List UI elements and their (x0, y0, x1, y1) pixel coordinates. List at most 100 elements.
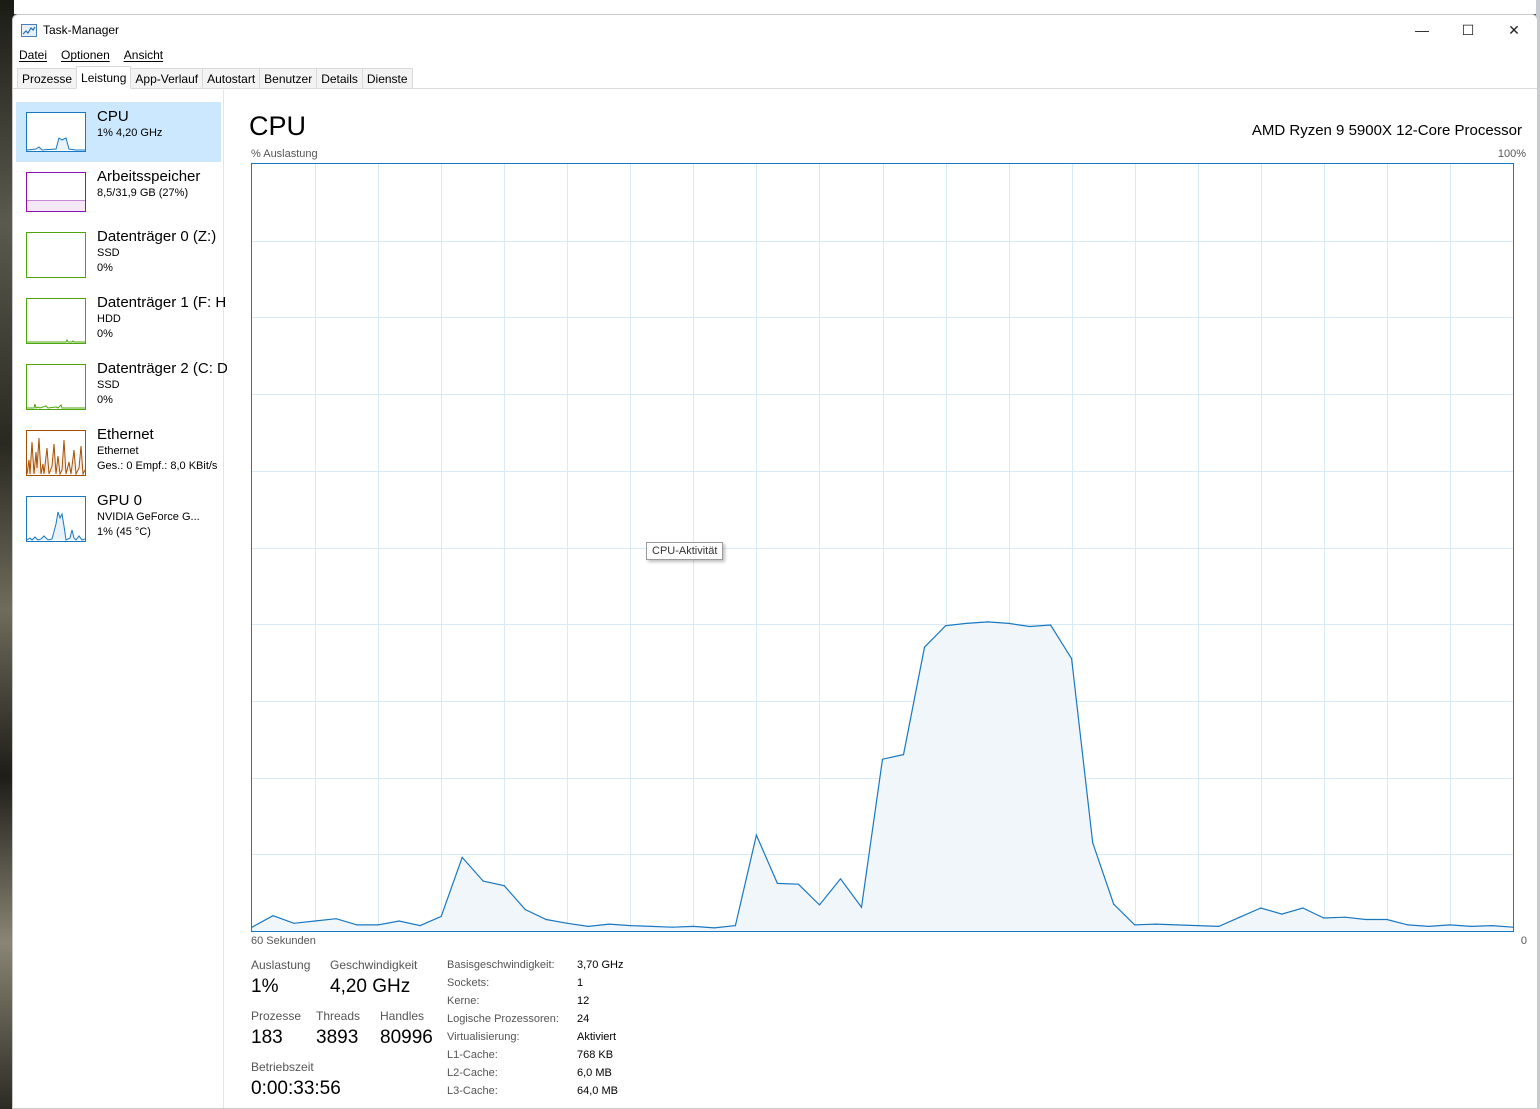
cpu-usage-point (818, 904, 821, 906)
info-label: L1-Cache: (447, 1049, 498, 1061)
cpu-usage-point (945, 625, 947, 627)
threads-value: 3893 (316, 1027, 359, 1048)
close-button[interactable]: ✕ (1491, 15, 1537, 45)
handles-label: Handles (380, 1009, 425, 1023)
cpu-usage-graph[interactable] (251, 163, 1514, 932)
chart-tooltip: CPU-Aktivität (646, 542, 724, 560)
y-axis-label: % Auslastung (251, 148, 318, 160)
cpu-usage-point (419, 925, 421, 927)
cpu-usage-point (797, 883, 800, 885)
sidebar-item-label: GPU 0 (97, 492, 143, 509)
cpu-usage-point (377, 924, 379, 926)
sidebar-item-label: Datenträger 1 (F: H (97, 294, 227, 311)
cpu-usage-point (734, 925, 736, 927)
cpu-usage-point (587, 925, 589, 928)
cpu-usage-point (356, 924, 358, 926)
cpu-usage-point (461, 856, 463, 859)
sidebar-item-detail: Ethernet (97, 445, 139, 457)
tab-benutzer[interactable]: Benutzer (259, 68, 318, 88)
info-value: 768 KB (577, 1049, 614, 1061)
cpu-usage-point (1386, 918, 1388, 921)
desktop-top-edge (0, 0, 1540, 14)
tab-leistung[interactable]: Leistung (76, 66, 132, 89)
geschwindigkeit-label: Geschwindigkeit (330, 958, 418, 972)
disk-0-thumbnail-graph (26, 232, 86, 278)
sidebar-item-usage: Ges.: 0 Empf.: 8,0 KBit/s (97, 460, 218, 472)
minimize-button[interactable]: — (1399, 15, 1445, 45)
cpu-usage-point (1113, 903, 1115, 905)
sidebar-item-usage: 0% (97, 394, 113, 406)
cpu-usage-point (671, 926, 673, 928)
menu-ansicht[interactable]: Ansicht (124, 48, 163, 62)
info-label: Logische Prozessoren: (447, 1013, 559, 1025)
cpu-usage-point (503, 885, 505, 887)
cpu-usage-point (1239, 916, 1241, 918)
info-value: 24 (577, 1013, 590, 1025)
info-label: Virtualisierung: (447, 1031, 520, 1043)
y-axis-max-label: 100% (1497, 148, 1526, 160)
cpu-usage-point (1050, 624, 1052, 626)
tab-app-verlauf[interactable]: App-Verlauf (130, 68, 204, 88)
page-title: CPU (249, 111, 307, 141)
cpu-usage-point (608, 923, 610, 925)
cpu-usage-point (1197, 925, 1199, 927)
menu-bar: Datei Optionen Ansicht (13, 45, 1537, 65)
tab-dienste[interactable]: Dienste (361, 68, 413, 88)
cpu-usage-point (881, 758, 884, 760)
cpu-usage-point (1281, 913, 1283, 915)
title-bar[interactable]: Task-Manager — ☐ ✕ (13, 15, 1537, 45)
sidebar-item-detail: NVIDIA GeForce G... (97, 511, 200, 523)
info-label: L3-Cache: (447, 1085, 498, 1097)
cpu-usage-point (1365, 918, 1367, 921)
cpu-usage-point (1407, 924, 1409, 926)
menu-optionen[interactable]: Optionen (61, 48, 110, 62)
handles-value: 80996 (380, 1027, 433, 1048)
cpu-usage-point (1344, 916, 1346, 918)
cpu-usage-point (966, 622, 968, 624)
sidebar-item-detail: SSD (97, 379, 120, 391)
sidebar-item-gpu-0[interactable]: GPU 0 NVIDIA GeForce G... 1% (45 °C) (16, 486, 221, 546)
cpu-usage-point (713, 927, 715, 929)
info-value: Aktiviert (577, 1031, 617, 1043)
sidebar-item-datentraeger-2[interactable]: Datenträger 2 (C: D SSD 0% (16, 354, 227, 414)
sidebar-item-datentraeger-0[interactable]: Datenträger 0 (Z:) SSD 0% (16, 222, 221, 282)
tab-prozesse[interactable]: Prozesse (17, 68, 78, 88)
maximize-button[interactable]: ☐ (1445, 15, 1491, 45)
sidebar-item-cpu[interactable]: CPU 1% 4,20 GHz (16, 102, 221, 162)
cpu-usage-point (335, 918, 337, 920)
cpu-usage-point (1218, 925, 1220, 928)
cpu-usage-point (755, 834, 757, 836)
sidebar-item-arbeitsspeicher[interactable]: Arbeitsspeicher 8,5/31,9 GB (27%) (16, 162, 221, 222)
cpu-usage-point (902, 754, 905, 756)
sidebar-item-label: Ethernet (97, 426, 154, 443)
cpu-usage-point (1449, 924, 1451, 926)
auslastung-label: Auslastung (251, 958, 311, 972)
sidebar-item-detail: SSD (97, 247, 120, 259)
tab-details[interactable]: Details (316, 68, 363, 88)
window-controls: — ☐ ✕ (1399, 15, 1537, 45)
cpu-usage-point (545, 918, 547, 921)
betriebszeit-value: 0:00:33:56 (251, 1078, 341, 1099)
sidebar-item-datentraeger-1[interactable]: Datenträger 1 (F: H HDD 0% (16, 288, 226, 348)
info-label: L2-Cache: (447, 1067, 498, 1079)
cpu-usage-point (1134, 924, 1136, 926)
cpu-usage-point (440, 915, 442, 918)
cpu-usage-point (1428, 925, 1430, 928)
prozesse-label: Prozesse (251, 1009, 302, 1023)
sidebar-item-detail: 8,5/31,9 GB (27%) (97, 187, 189, 199)
cpu-usage-point (272, 915, 274, 917)
sidebar-item-ethernet[interactable]: Ethernet Ethernet Ges.: 0 Empf.: 8,0 KBi… (16, 420, 221, 480)
cpu-usage-point (482, 880, 484, 882)
tab-autostart[interactable]: Autostart (202, 68, 261, 88)
cpu-usage-point (314, 920, 316, 922)
cpu-usage-point (1092, 842, 1094, 844)
cpu-usage-point (839, 878, 842, 880)
performance-panel: CPU 1% 4,20 GHz Arbeitsspeicher 8,5/31,9… (13, 90, 1537, 1108)
cpu-usage-point (860, 906, 863, 908)
gpu-thumbnail-graph (26, 496, 86, 542)
cpu-model-name: AMD Ryzen 9 5900X 12-Core Processor (1251, 122, 1522, 139)
menu-datei[interactable]: Datei (19, 48, 47, 62)
info-label: Kerne: (447, 995, 480, 1007)
sidebar-item-detail: HDD (97, 313, 121, 325)
geschwindigkeit-value: 4,20 GHz (330, 976, 411, 997)
